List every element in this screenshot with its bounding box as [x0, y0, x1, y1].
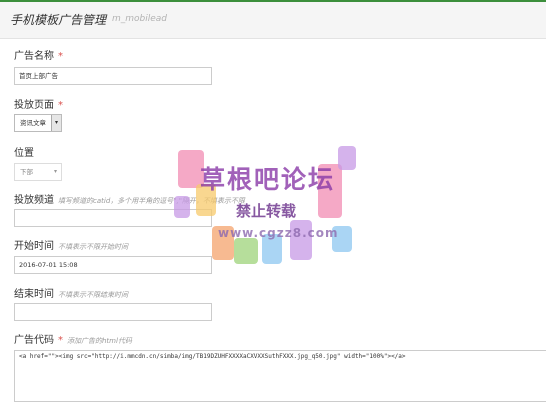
- channel-input[interactable]: [14, 209, 212, 227]
- channel-hint: 填写频道的catid，多个用半角的逗号","隔开，不填表示不限: [58, 197, 245, 205]
- ad-code-label-text: 广告代码: [14, 335, 54, 346]
- start-time-label: 开始时间 不填表示不限开始时间: [14, 237, 128, 252]
- page-subtitle: m_mobilead: [112, 14, 168, 24]
- channel-label-text: 投放频道: [14, 195, 54, 206]
- position-selected: 下部: [20, 168, 33, 176]
- watermark-url: www.cgzz8.com: [218, 226, 339, 240]
- end-time-hint: 不填表示不限结束时间: [58, 291, 128, 299]
- placement-page-select[interactable]: 资讯文章 ▾: [14, 114, 62, 132]
- position-label-text: 位置: [14, 148, 34, 159]
- ad-name-input[interactable]: 首页上部广告: [14, 67, 212, 85]
- chevron-down-icon[interactable]: ▾: [51, 115, 61, 131]
- end-time-label-text: 结束时间: [14, 289, 54, 300]
- required-mark: *: [58, 100, 63, 111]
- position-select[interactable]: 下部 ▾: [14, 163, 62, 181]
- page-header: 手机模板广告管理 m_mobilead: [0, 2, 546, 39]
- start-time-hint: 不填表示不限开始时间: [58, 243, 128, 251]
- end-time-label: 结束时间 不填表示不限结束时间: [14, 285, 128, 300]
- end-time-input[interactable]: [14, 303, 212, 321]
- required-mark: *: [58, 335, 63, 346]
- ad-code-textarea[interactable]: <a href=""><img src="http://i.mmcdn.cn/s…: [14, 350, 546, 402]
- ad-code-hint: 添加广告的html代码: [67, 337, 132, 345]
- page-title: 手机模板广告管理: [10, 13, 107, 27]
- watermark-subtitle: 禁止转载: [236, 202, 297, 220]
- ad-name-label: 广告名称 *: [14, 47, 63, 62]
- position-label: 位置: [14, 144, 34, 159]
- placement-page-label-text: 投放页面: [14, 100, 54, 111]
- placement-page-label: 投放页面 *: [14, 96, 63, 111]
- ad-name-label-text: 广告名称: [14, 51, 54, 62]
- ad-code-label: 广告代码 * 添加广告的html代码: [14, 331, 132, 346]
- start-time-label-text: 开始时间: [14, 241, 54, 252]
- required-mark: *: [58, 51, 63, 62]
- chevron-down-icon: ▾: [53, 168, 57, 175]
- placement-page-selected: 资讯文章: [20, 119, 46, 127]
- watermark-title: 草根吧论坛: [200, 165, 336, 194]
- start-time-input[interactable]: 2016-07-01 15:08: [14, 256, 212, 274]
